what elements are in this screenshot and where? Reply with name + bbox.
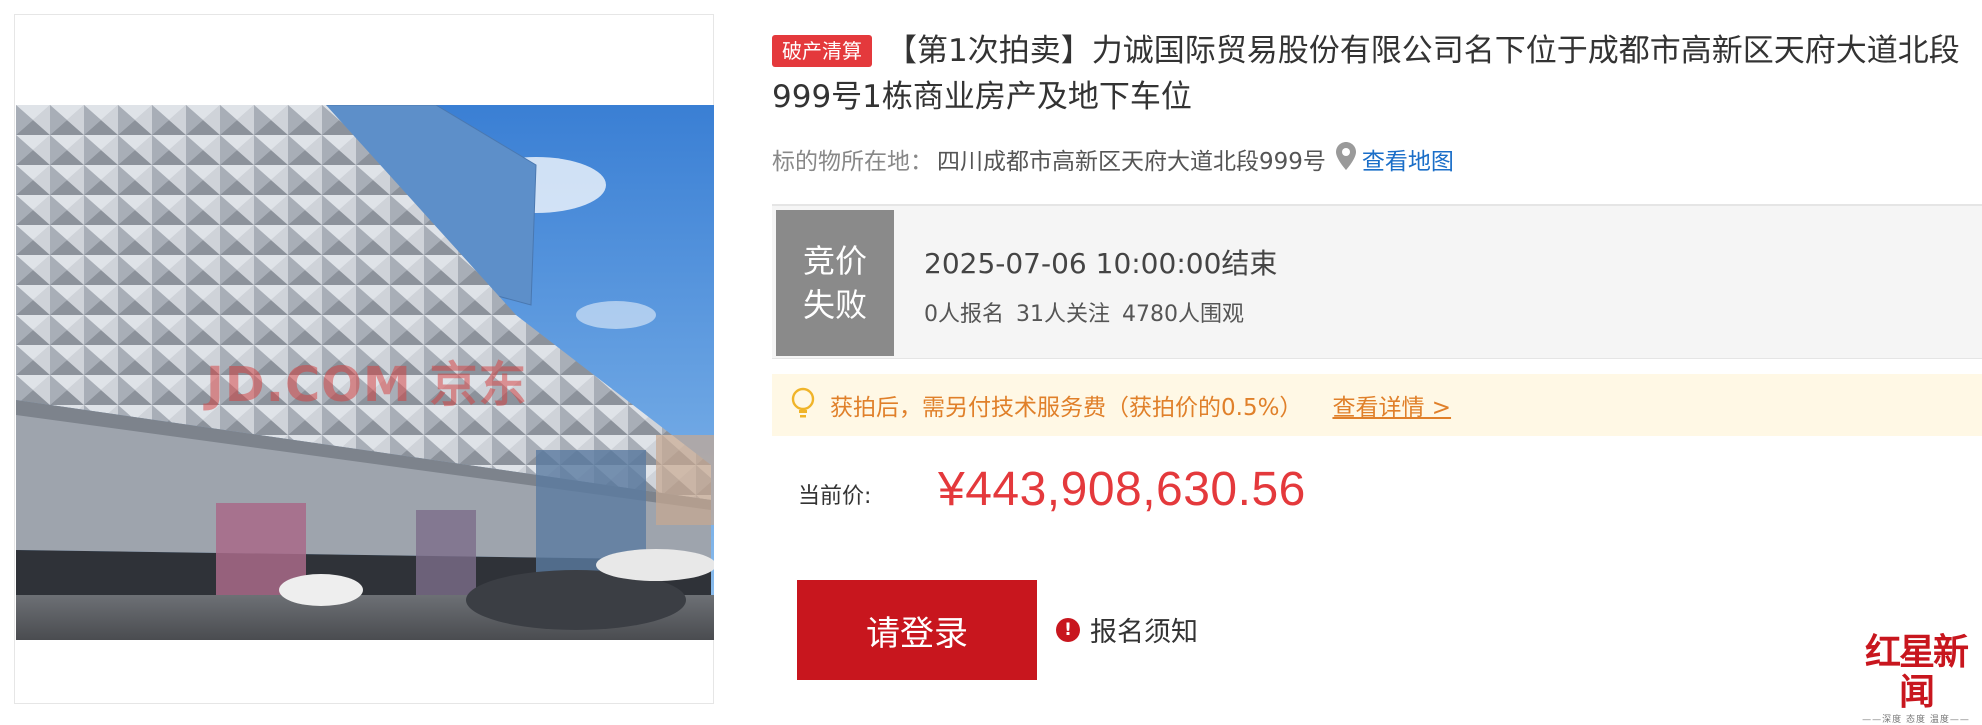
status-badge-line1: 竞价 <box>802 242 867 280</box>
hongxing-news-logo: 红星新闻 ——深度 态度 温度—— <box>1850 632 1982 725</box>
registration-notice-link[interactable]: ! 报名须知 <box>1056 610 1198 649</box>
location-pin-icon <box>1335 142 1356 176</box>
product-image-frame: JD.COM 京东 <box>14 14 714 704</box>
status-badge-line2: 失败 <box>802 286 867 324</box>
auction-stats: 0人报名 31人关注 4780人围观 <box>924 296 1256 328</box>
location-address: 四川成都市高新区天府大道北段999号 <box>937 149 1326 175</box>
auction-status-badge: 竞价 失败 <box>776 210 894 356</box>
service-fee-notice: 获拍后，需另付技术服务费（获拍价的0.5%） 查看详情 > <box>772 374 1982 436</box>
followers-count: 31人关注 <box>1016 302 1110 327</box>
lightbulb-icon <box>790 387 816 423</box>
auction-end-time: 2025-07-06 10:00:00结束 <box>924 247 1278 280</box>
viewers-count: 4780人围观 <box>1122 302 1244 327</box>
service-fee-text: 获拍后，需另付技术服务费（获拍价的0.5%） <box>830 395 1303 421</box>
logo-slogan: ——深度 态度 温度—— <box>1862 715 1970 725</box>
listing-title: 【第1次拍卖】力诚国际贸易股份有限公司名下位于成都市高新区天府大道北段999号1… <box>772 33 1960 115</box>
watermark-text: JD.COM 京东 <box>206 357 528 413</box>
view-details-link[interactable]: 查看详情 > <box>1332 388 1451 422</box>
current-price-label: 当前价: <box>798 484 872 509</box>
current-price-value: ¥443,908,630.56 <box>938 463 1306 516</box>
bankruptcy-tag: 破产清算 <box>772 35 872 67</box>
location-label: 标的物所在地： <box>772 149 933 175</box>
logo-main-text: 红星新闻 <box>1864 631 1969 713</box>
product-photo[interactable]: JD.COM 京东 <box>16 105 714 640</box>
view-map-link[interactable]: 查看地图 <box>1362 142 1454 176</box>
login-button[interactable]: 请登录 <box>797 580 1037 680</box>
registration-notice-label: 报名须知 <box>1090 617 1198 648</box>
listing-title-row: 破产清算 【第1次拍卖】力诚国际贸易股份有限公司名下位于成都市高新区天府大道北段9… <box>772 28 1982 120</box>
auction-status-panel: 竞价 失败 2025-07-06 10:00:00结束 0人报名 31人关注 478… <box>772 204 1982 359</box>
registered-count: 0人报名 <box>924 302 1004 327</box>
alert-icon: ! <box>1056 617 1080 642</box>
location-row: 标的物所在地： 四川成都市高新区天府大道北段999号 查看地图 <box>772 142 1454 176</box>
